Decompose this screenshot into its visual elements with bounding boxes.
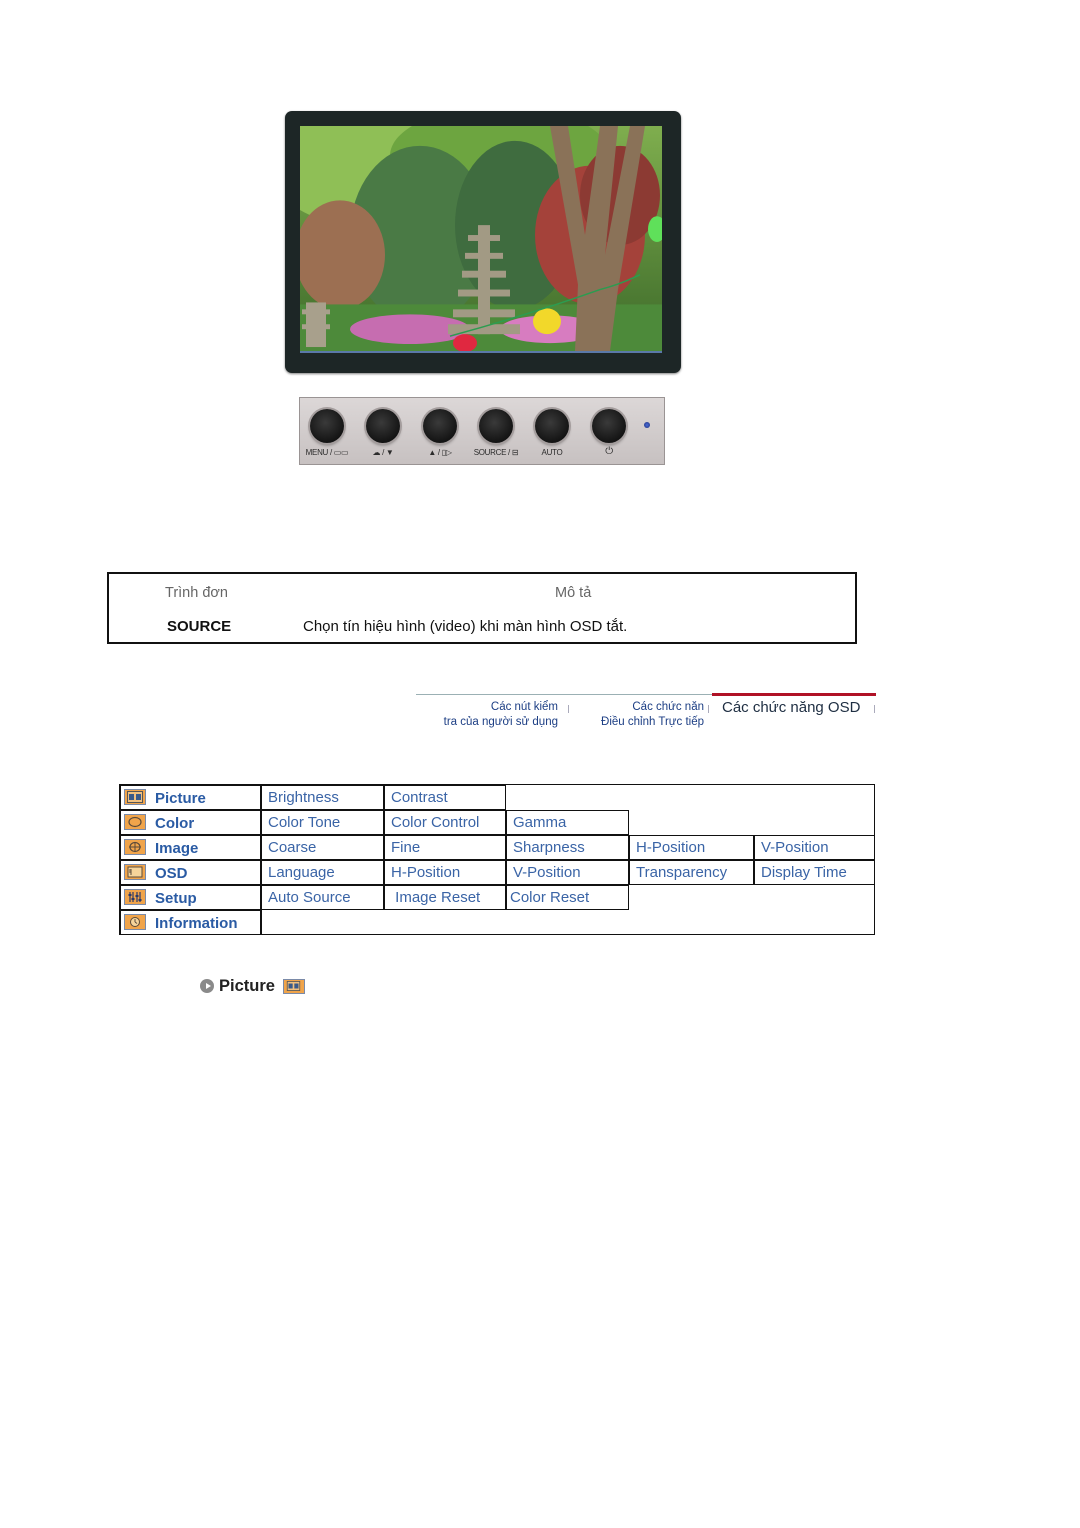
menu-button-label: MENU / ▭▭	[305, 448, 349, 457]
section-heading-picture: Picture	[200, 976, 305, 996]
power-led-indicator	[644, 422, 650, 428]
arrow-circle-icon	[200, 979, 214, 993]
active-tab-indicator	[712, 693, 876, 696]
tab-direct-functions-line1: Các chức năn	[632, 701, 704, 713]
tab-separator	[568, 705, 569, 713]
monitor-illustration	[285, 111, 681, 373]
auto-button-label: AUTO	[541, 448, 563, 457]
osd-item-fine[interactable]: Fine	[384, 835, 506, 860]
auto-button[interactable]	[535, 409, 569, 443]
osd-category-image-label: Image	[155, 840, 199, 857]
tab-user-controls-line1: Các nút kiểm	[490, 701, 558, 713]
power-button[interactable]	[592, 409, 626, 443]
garden-scene-image	[300, 126, 662, 351]
osd-item-gamma[interactable]: Gamma	[506, 810, 629, 835]
osd-icon	[124, 864, 146, 880]
osd-item-image-reset[interactable]: Image Reset	[384, 885, 506, 910]
section-title: Picture	[219, 976, 275, 995]
tab-separator	[708, 705, 709, 713]
tab-user-controls[interactable]: Các nút kiểm tra của người sử dụng	[426, 700, 558, 730]
information-icon	[124, 914, 146, 930]
image-icon	[124, 839, 146, 855]
header-menu: Trình đơn	[165, 585, 228, 601]
monitor-screen-image	[300, 126, 662, 353]
section-nav-tabs: Các nút kiểm tra của người sử dụng Các c…	[416, 693, 876, 738]
osd-item-coarse[interactable]: Coarse	[261, 835, 384, 860]
up-volume-button-label: ▲ / ▯▷	[428, 448, 452, 457]
osd-category-picture[interactable]: Picture	[120, 785, 262, 810]
up-volume-button[interactable]	[423, 409, 457, 443]
osd-category-picture-label: Picture	[155, 790, 206, 807]
brightness-down-button-label: ☁ / ▼	[372, 448, 394, 457]
tab-osd-functions[interactable]: Các chức năng OSD	[722, 700, 860, 715]
tab-user-controls-line2: tra của người sử dụng	[443, 716, 558, 728]
tab-divider-line	[416, 694, 712, 695]
osd-category-setup[interactable]: Setup	[120, 885, 262, 910]
setup-icon	[124, 889, 146, 905]
osd-item-color-tone[interactable]: Color Tone	[261, 810, 384, 835]
menu-description-table: Trình đơn Mô tả SOURCE Chọn tín hiệu hìn…	[107, 572, 857, 644]
osd-item-color-control[interactable]: Color Control	[384, 810, 506, 835]
header-description: Mô tả	[555, 585, 592, 601]
osd-category-osd[interactable]: OSD	[120, 860, 262, 885]
monitor-control-panel: MENU / ▭▭ ☁ / ▼ ▲ / ▯▷ SOURCE / ⊟ AUTO ⏻	[299, 397, 665, 465]
osd-category-color-label: Color	[155, 815, 195, 832]
tab-direct-functions[interactable]: Các chức năn Điều chỉnh Trực tiếp	[584, 700, 704, 730]
osd-category-image[interactable]: Image	[120, 835, 262, 860]
osd-item-brightness[interactable]: Brightness	[261, 785, 384, 810]
osd-item-osd-h-position[interactable]: H-Position	[384, 860, 506, 885]
tab-direct-functions-line2: Điều chỉnh Trực tiếp	[601, 716, 704, 728]
picture-icon	[282, 978, 305, 994]
osd-item-contrast[interactable]: Contrast	[384, 785, 506, 810]
osd-item-display-time[interactable]: Display Time	[754, 860, 875, 885]
osd-category-information-label: Information	[155, 915, 238, 932]
osd-item-color-reset[interactable]: Color Reset	[506, 885, 629, 910]
osd-item-image-h-position[interactable]: H-Position	[629, 835, 754, 860]
osd-item-auto-source[interactable]: Auto Source	[261, 885, 384, 910]
osd-category-osd-label: OSD	[155, 865, 188, 882]
brightness-down-button[interactable]	[366, 409, 400, 443]
picture-icon	[124, 789, 146, 805]
menu-button[interactable]	[310, 409, 344, 443]
osd-item-osd-v-position[interactable]: V-Position	[506, 860, 629, 885]
color-icon	[124, 814, 146, 830]
row-menu-source: SOURCE	[167, 618, 232, 635]
osd-item-transparency[interactable]: Transparency	[629, 860, 754, 885]
osd-menu-grid: Picture Brightness Contrast Color Color …	[119, 784, 875, 935]
source-button-label: SOURCE / ⊟	[473, 448, 519, 457]
osd-item-sharpness[interactable]: Sharpness	[506, 835, 629, 860]
row-description-source: Chọn tín hiệu hình (video) khi màn hình …	[303, 618, 628, 635]
osd-category-color[interactable]: Color	[120, 810, 262, 835]
osd-item-language[interactable]: Language	[261, 860, 384, 885]
source-button[interactable]	[479, 409, 513, 443]
osd-item-image-v-position[interactable]: V-Position	[754, 835, 875, 860]
osd-category-information[interactable]: Information	[120, 910, 262, 935]
osd-category-setup-label: Setup	[155, 890, 197, 907]
power-icon: ⏻	[605, 446, 613, 457]
tab-separator	[874, 705, 875, 713]
